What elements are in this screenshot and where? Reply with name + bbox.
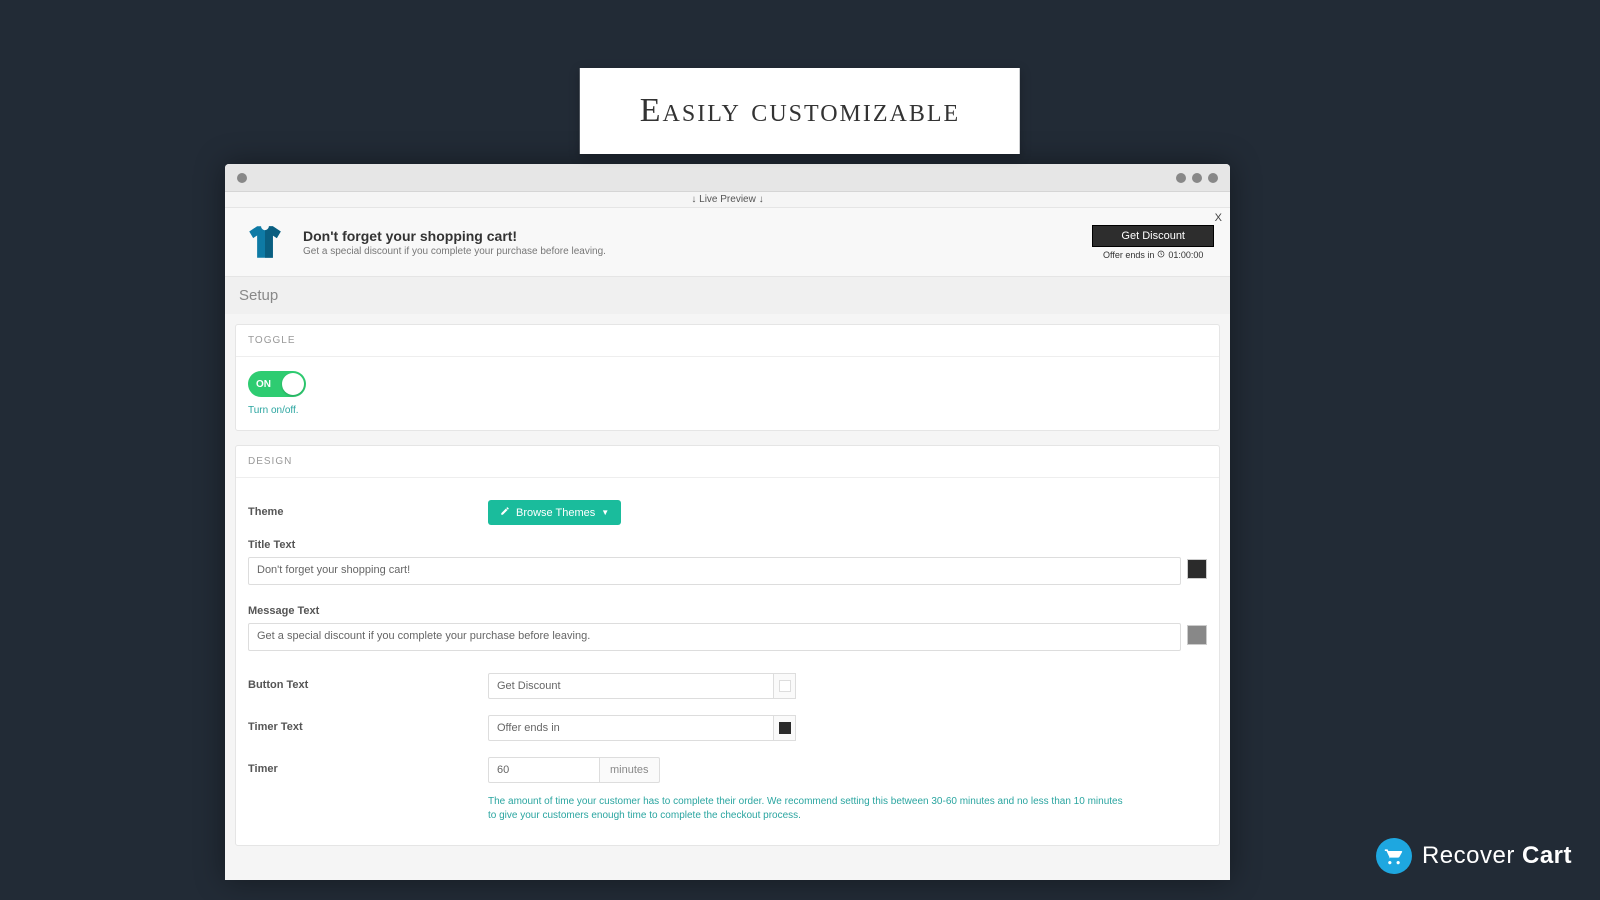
chrome-dots-right (1176, 173, 1218, 183)
cart-icon (1376, 838, 1412, 874)
enable-toggle[interactable]: ON (248, 371, 306, 397)
notification-cta: Get Discount Offer ends in 01:00:00 (1092, 225, 1214, 260)
chrome-dot-icon (1176, 173, 1186, 183)
notification-title: Don't forget your shopping cart! (303, 228, 1078, 244)
title-color-picker[interactable] (1187, 559, 1207, 579)
arrow-down-icon: ↓ (691, 194, 696, 205)
timer-input[interactable] (488, 757, 600, 783)
floating-title: Easily customizable (640, 92, 960, 130)
title-text-row: Title Text Don't forget your shopping ca… (248, 533, 1207, 599)
brand-text: Recover Cart (1422, 842, 1572, 870)
chrome-dot-icon (237, 173, 247, 183)
panels-container: TOGGLE ON Turn on/off. DESIGN Theme (225, 314, 1230, 880)
brand-logo: Recover Cart (1376, 838, 1572, 874)
timer-text-color-picker[interactable] (774, 715, 796, 741)
button-text-row: Button Text (248, 665, 1207, 707)
toggle-panel: TOGGLE ON Turn on/off. (235, 324, 1220, 431)
design-panel: DESIGN Theme Browse Themes ▼ (235, 445, 1220, 846)
design-panel-header: DESIGN (236, 446, 1219, 478)
timer-help: The amount of time your customer has to … (488, 795, 1128, 823)
timer-row: Timer minutes The amount of time your cu… (248, 749, 1207, 831)
timer-label: Timer (248, 757, 488, 775)
get-discount-button[interactable]: Get Discount (1092, 225, 1214, 247)
chrome-dot-icon (1192, 173, 1202, 183)
message-color-picker[interactable] (1187, 625, 1207, 645)
floating-title-card: Easily customizable (580, 68, 1020, 154)
title-text-input[interactable]: Don't forget your shopping cart! (248, 557, 1181, 585)
notification-banner: X Don't forget your shopping cart! Get a… (225, 208, 1230, 277)
clock-icon (1157, 250, 1165, 260)
chrome-dot-icon (1208, 173, 1218, 183)
close-icon[interactable]: X (1215, 212, 1222, 224)
browser-chrome (225, 164, 1230, 192)
brand-name-bold: Cart (1522, 842, 1572, 869)
message-text-input[interactable]: Get a special discount if you complete y… (248, 623, 1181, 651)
button-text-label: Button Text (248, 673, 488, 691)
brand-name-light: Recover (1422, 842, 1515, 869)
toggle-panel-header: TOGGLE (236, 325, 1219, 357)
toggle-label: ON (256, 379, 271, 390)
timer-text-label: Timer Text (248, 715, 488, 733)
message-text-row: Message Text Get a special discount if y… (248, 599, 1207, 665)
chevron-down-icon: ▼ (601, 508, 609, 517)
live-preview-bar[interactable]: ↓ Live Preview ↓ (225, 192, 1230, 208)
live-preview-label: Live Preview (699, 194, 756, 205)
message-text-label: Message Text (248, 605, 1207, 617)
toggle-help: Turn on/off. (248, 405, 1207, 416)
arrow-down-icon: ↓ (759, 194, 764, 205)
setup-header: Setup (225, 277, 1230, 314)
browse-themes-label: Browse Themes (516, 507, 595, 519)
timer-prefix: Offer ends in (1103, 250, 1154, 260)
timer-text-input[interactable] (488, 715, 774, 741)
title-text-label: Title Text (248, 539, 1207, 551)
timer-unit: minutes (600, 757, 660, 783)
button-text-input[interactable] (488, 673, 774, 699)
theme-row: Theme Browse Themes ▼ (248, 492, 1207, 533)
toggle-knob-icon (282, 373, 304, 395)
tshirt-icon (241, 218, 289, 266)
theme-label: Theme (248, 500, 488, 518)
chrome-dots-left (237, 173, 247, 183)
button-color-picker[interactable] (774, 673, 796, 699)
offer-timer: Offer ends in 01:00:00 (1103, 250, 1203, 260)
browser-window: ↓ Live Preview ↓ X Don't forget your sho… (225, 164, 1230, 880)
browse-themes-button[interactable]: Browse Themes ▼ (488, 500, 621, 525)
timer-text-row: Timer Text (248, 707, 1207, 749)
notification-subtitle: Get a special discount if you complete y… (303, 246, 1078, 257)
notification-text: Don't forget your shopping cart! Get a s… (303, 228, 1078, 257)
timer-value: 01:00:00 (1168, 250, 1203, 260)
pencil-icon (500, 506, 510, 519)
